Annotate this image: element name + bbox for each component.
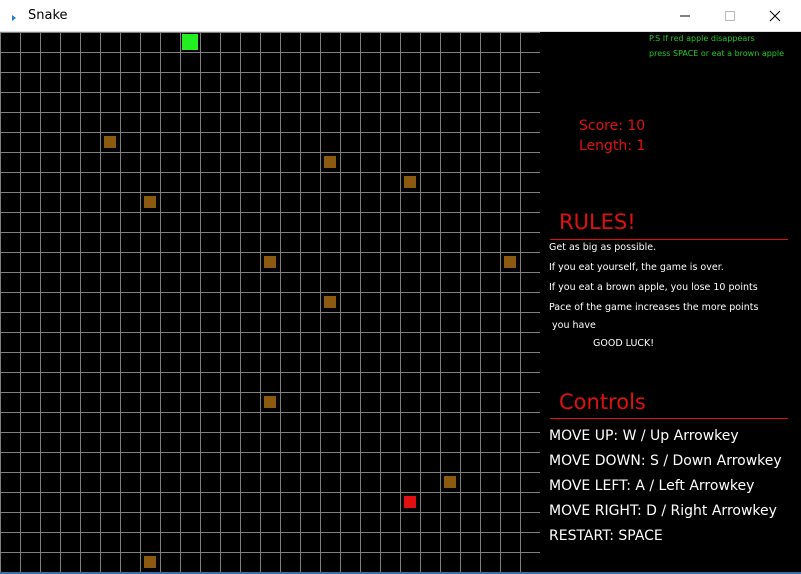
brown-apple — [324, 296, 336, 308]
snake-segment — [182, 34, 198, 50]
brown-apple — [104, 136, 116, 148]
brown-apple — [264, 256, 276, 268]
hint-line-2: press SPACE or eat a brown apple — [649, 49, 785, 58]
brown-apple — [264, 396, 276, 408]
control-item: MOVE RIGHT: D / Right Arrowkey — [549, 503, 777, 519]
close-button[interactable] — [752, 0, 798, 31]
app-icon — [10, 9, 18, 21]
control-item: MOVE LEFT: A / Left Arrowkey — [549, 478, 755, 494]
brown-apple — [404, 176, 416, 188]
brown-apple — [144, 556, 156, 568]
minimize-icon — [680, 15, 690, 17]
good-luck-text: GOOD LUCK! — [593, 338, 655, 349]
brown-apple — [504, 256, 516, 268]
window-title: Snake — [28, 8, 68, 23]
rule-item: If you eat yourself, the game is over. — [549, 262, 724, 273]
control-item: MOVE UP: W / Up Arrowkey — [549, 428, 739, 444]
rule-item: Get as big as possible. — [549, 242, 657, 253]
maximize-button[interactable] — [707, 0, 753, 31]
maximize-icon — [725, 11, 735, 21]
rule-item: Pace of the game increases the more poin… — [549, 302, 759, 313]
brown-apple — [444, 476, 456, 488]
hint-line-1: P.S If red apple disappears — [649, 34, 755, 43]
red-apple — [404, 496, 416, 508]
score-label: Score: 10 — [579, 118, 646, 134]
title-bar: Snake — [0, 0, 801, 32]
rule-item: you have — [549, 320, 596, 331]
control-item: RESTART: SPACE — [549, 528, 663, 544]
minimize-button[interactable] — [662, 0, 708, 31]
rule-item: If you eat a brown apple, you lose 10 po… — [549, 282, 758, 293]
game-board[interactable] — [0, 32, 540, 572]
control-item: MOVE DOWN: S / Down Arrowkey — [549, 453, 782, 469]
rules-divider — [550, 239, 788, 240]
info-panel: P.S If red apple disappears press SPACE … — [540, 32, 801, 572]
controls-heading: Controls — [559, 390, 646, 414]
brown-apple — [324, 156, 336, 168]
close-icon — [769, 10, 781, 22]
length-label: Length: 1 — [579, 138, 646, 154]
controls-divider — [550, 418, 788, 419]
rules-heading: RULES! — [559, 210, 636, 234]
brown-apple — [144, 196, 156, 208]
game-grid — [0, 32, 540, 572]
